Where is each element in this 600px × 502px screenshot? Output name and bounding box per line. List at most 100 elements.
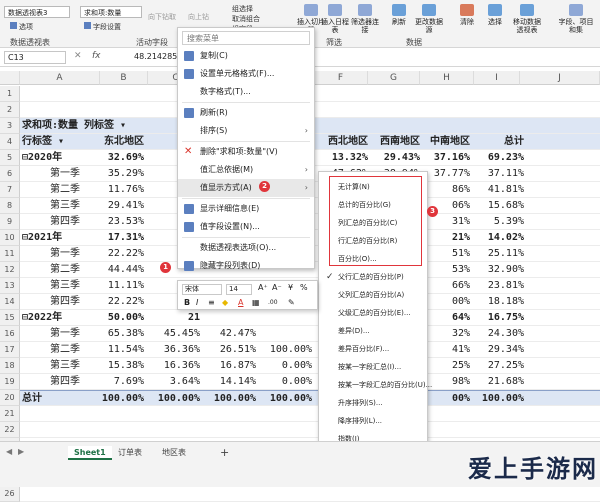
row-header-2[interactable]: 2 [0,102,20,118]
value-cell[interactable]: 23.81% [474,278,524,294]
fx-icon[interactable]: fx [92,51,101,61]
shrink-font-icon[interactable]: A⁻ [272,283,282,292]
row-header-5[interactable]: 5 [0,150,20,166]
value-cell[interactable]: 16.36% [146,358,200,374]
value-cell[interactable]: 45.45% [146,326,200,342]
value-cell[interactable]: 100.00% [474,391,524,407]
active-field-box[interactable]: 求和项:数量 [80,6,142,18]
decimal-icon[interactable]: .00 [268,298,278,308]
borders-icon[interactable]: ▦ [252,298,260,308]
show-values-as-option[interactable]: 按某一字段汇总(I)... [319,358,427,376]
value-cell[interactable]: 13.32% [314,150,368,166]
italic-button[interactable]: I [196,298,198,308]
value-cell[interactable]: 14.02% [474,230,524,246]
row-header-11[interactable]: 11 [0,246,20,262]
select-all-corner[interactable] [0,71,20,85]
cancel-icon[interactable]: ✕ [74,51,82,61]
value-cell[interactable]: 15.68% [474,198,524,214]
value-cell[interactable]: 15.38% [100,358,144,374]
tab-regions[interactable]: 地区表 [156,446,192,460]
row-header-13[interactable]: 13 [0,278,20,294]
value-cell[interactable]: 26.51% [202,342,256,358]
menu-search-input[interactable]: 搜索菜单 [182,31,310,45]
value-cell[interactable]: 29.43% [370,150,420,166]
row-header-4[interactable]: 4 [0,134,20,150]
percent-icon[interactable]: % [300,283,308,292]
row-header-1[interactable]: 1 [0,86,20,102]
context-menu-item[interactable]: 数字格式(T)... [178,83,314,101]
value-cell[interactable]: 3.64% [146,374,200,390]
value-cell[interactable]: 37.16% [420,150,470,166]
value-cell[interactable] [258,326,312,342]
value-cell[interactable]: 42.47% [202,326,256,342]
context-menu-item[interactable]: 排序(S) › [178,122,314,140]
mini-size-select[interactable]: 14 [226,284,252,295]
value-cell[interactable]: 22.22% [100,294,144,310]
value-cell[interactable]: 17.31% [100,230,144,246]
value-cell[interactable]: 69.23% [474,150,524,166]
tab-orders[interactable]: 订单表 [112,446,148,460]
show-values-as-option[interactable]: 降序排列(L)... [319,412,427,430]
show-values-as-option[interactable]: 差异(D)... [319,322,427,340]
value-cell[interactable]: 100.00% [258,391,312,407]
row-header-17[interactable]: 17 [0,342,20,358]
align-icon[interactable]: ≡ [208,298,215,308]
move-pivot-button[interactable]: 移动数据透视表 [510,4,544,34]
formula-input[interactable]: 48.214285 [134,52,177,61]
value-cell[interactable]: 总计 [474,134,524,150]
row-header-26[interactable]: 26 [0,486,20,502]
value-cell[interactable]: 44.44% [100,262,144,278]
format-painter-icon[interactable]: ✎ [288,298,295,308]
tab-sheet1[interactable]: Sheet1 [68,446,112,460]
value-cell[interactable]: 11.76% [100,182,144,198]
value-cell[interactable]: 14.14% [202,374,256,390]
change-source-button[interactable]: 更改数据源 [414,4,444,34]
value-cell[interactable]: 29.34% [474,342,524,358]
group-selection-button[interactable]: 组选择 [232,4,253,14]
row-header-20[interactable]: 20 [0,390,20,406]
value-cell[interactable]: 18.18% [474,294,524,310]
column-header-g[interactable]: G [368,71,420,85]
value-cell[interactable]: 65.38% [100,326,144,342]
row-header-10[interactable]: 10 [0,230,20,246]
field-settings-button[interactable]: 字段设置 [84,22,121,32]
value-cell[interactable]: 24.30% [474,326,524,342]
bold-button[interactable]: B [184,298,190,308]
value-cell[interactable]: 100.00% [258,342,312,358]
value-cell[interactable]: 5.39% [474,214,524,230]
value-cell[interactable]: 21 [146,310,200,326]
drill-down-button[interactable]: 向下钻取 [148,12,176,22]
fields-items-button[interactable]: 字段、项目和集 [556,4,596,34]
grow-font-icon[interactable]: A⁺ [258,283,268,292]
value-cell[interactable]: 东北地区 [100,134,144,150]
insert-timeline-button[interactable]: 插入日程表 [320,4,350,34]
column-header-b[interactable]: B [100,71,148,85]
context-menu-item[interactable]: ✕ 删除"求和项:数量"(V) [178,143,314,161]
value-cell[interactable]: 21.68% [474,374,524,390]
value-cell[interactable]: 西北地区 [314,134,368,150]
value-cell[interactable]: 11.11% [100,278,144,294]
row-header-3[interactable]: 3 [0,118,20,134]
show-values-as-option[interactable]: 升序排列(S)... [319,394,427,412]
value-cell[interactable]: 37.11% [474,166,524,182]
mini-font-select[interactable]: 宋体 [182,284,222,295]
row-header-18[interactable]: 18 [0,358,20,374]
context-menu-item[interactable]: 隐藏字段列表(D) [178,257,314,275]
value-cell[interactable]: 11.54% [100,342,144,358]
value-cell[interactable]: 100.00% [100,391,144,407]
value-cell[interactable]: 35.29% [100,166,144,182]
value-cell[interactable]: 西南地区 [370,134,420,150]
column-header-f[interactable]: F [314,71,368,85]
row-header-14[interactable]: 14 [0,294,20,310]
context-menu-item[interactable]: 值字段设置(N)... [178,218,314,236]
row-header-9[interactable]: 9 [0,214,20,230]
value-cell[interactable]: 16.87% [202,358,256,374]
next-sheet-icon[interactable]: ▶ [18,447,24,456]
drill-up-button[interactable]: 向上钻 [188,12,209,22]
value-cell[interactable]: 16.75% [474,310,524,326]
value-cell[interactable]: 27.25% [474,358,524,374]
show-values-as-option[interactable]: ✓ 父行汇总的百分比(P) [319,268,427,286]
value-cell[interactable]: 中南地区 [420,134,470,150]
context-menu-item[interactable]: 值汇总依据(M) › [178,161,314,179]
context-menu-item[interactable]: 设置单元格格式(F)... [178,65,314,83]
